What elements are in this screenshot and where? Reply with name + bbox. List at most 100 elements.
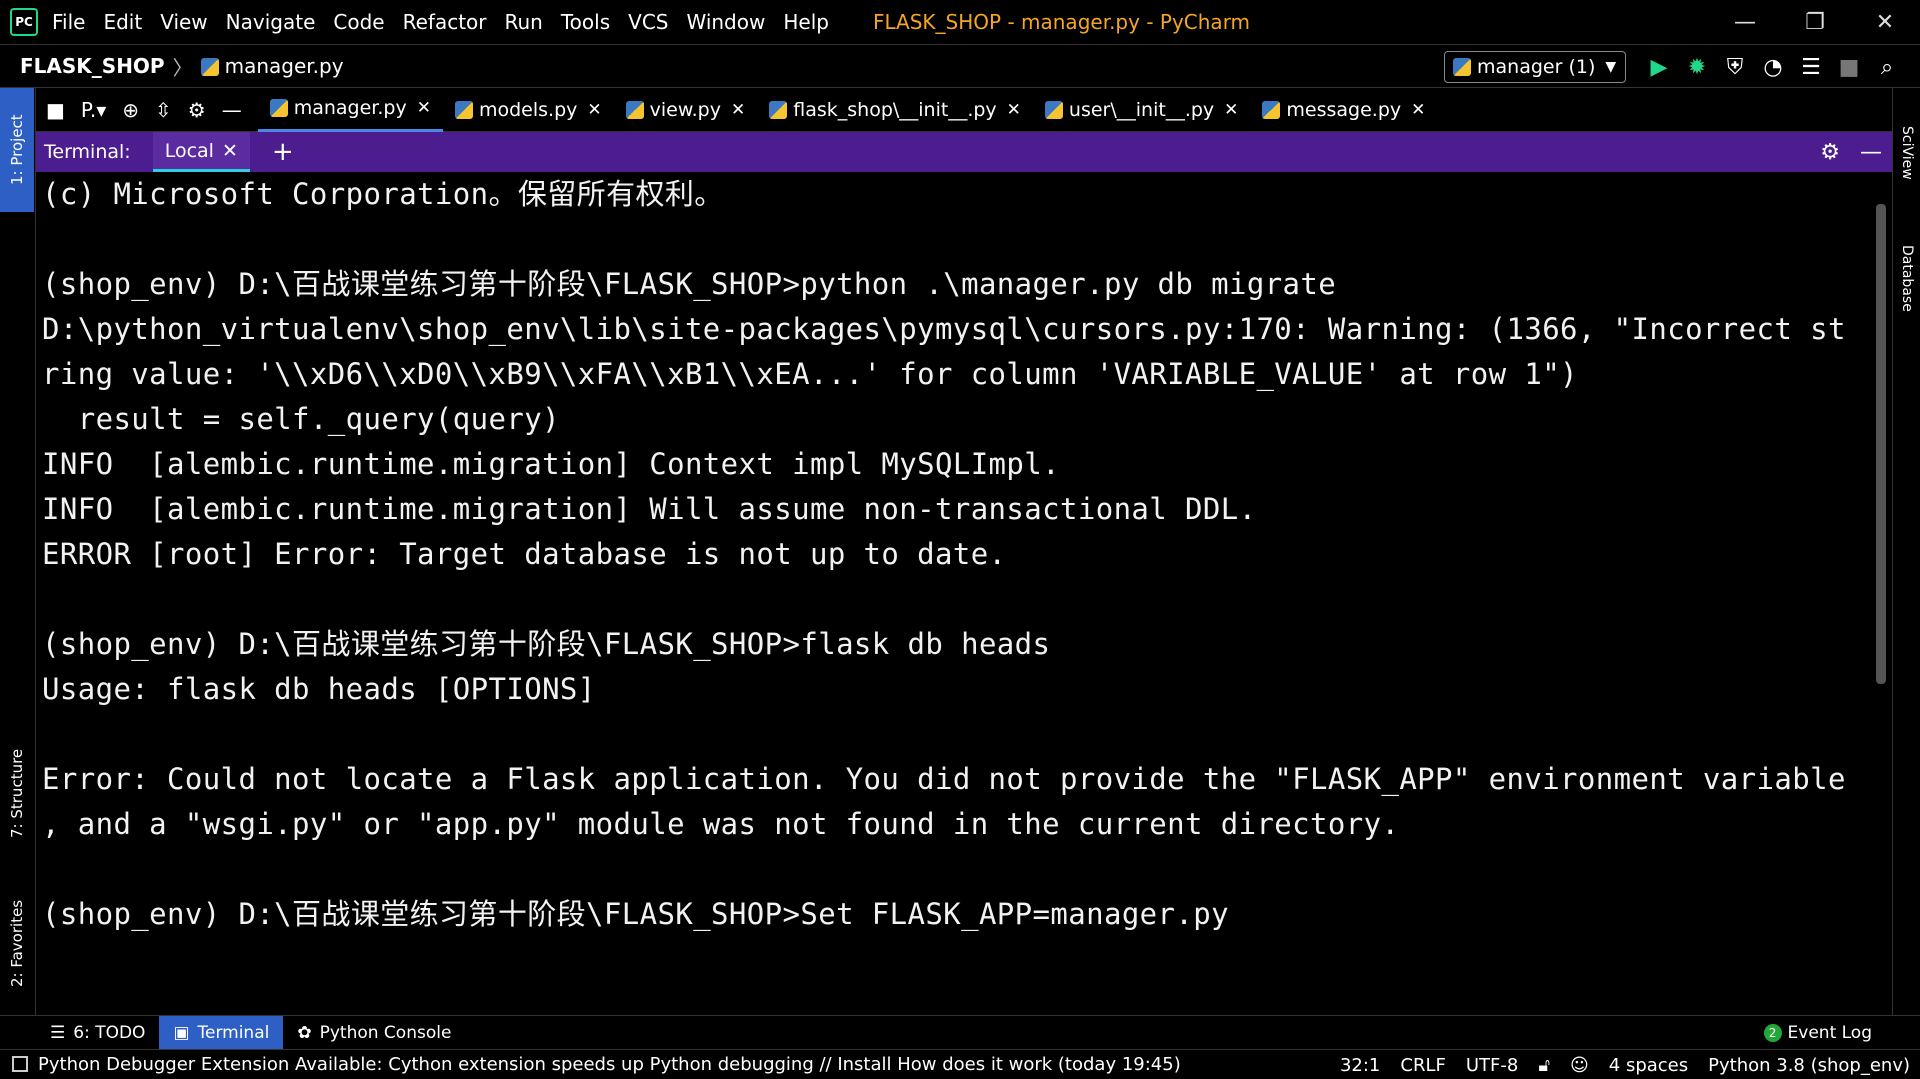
line-separator[interactable]: CRLF (1400, 1055, 1445, 1076)
window-title: FLASK_SHOP - manager.py - PyCharm (872, 10, 1251, 34)
breadcrumb-file[interactable]: manager.py (200, 54, 344, 78)
editor-tab-models[interactable]: models.py ✕ (443, 88, 614, 132)
terminal-icon: ▣ (173, 1022, 190, 1043)
tab-label: user\__init__.py (1068, 98, 1215, 121)
menu-view[interactable]: View (160, 10, 207, 34)
menu-vcs[interactable]: VCS (628, 10, 668, 34)
tab-label: manager.py (293, 97, 407, 119)
editor-tab-manager[interactable]: manager.py ✕ (257, 88, 443, 132)
debug-icon[interactable]: ✹ (1678, 45, 1716, 89)
close-icon[interactable]: ✕ (1224, 100, 1238, 120)
terminal-line: D:\python_virtualenv\shop_env\lib\site-p… (42, 312, 1846, 346)
breadcrumb-project[interactable]: FLASK_SHOP (20, 54, 165, 78)
menu-file[interactable]: File (52, 10, 85, 34)
terminal-line: (c) Microsoft Corporation。保留所有权利。 (42, 177, 724, 211)
restore-icon[interactable]: ❐ (1780, 0, 1850, 44)
pycharm-logo-icon: PC (10, 8, 38, 36)
editor-tab-view[interactable]: view.py ✕ (614, 88, 758, 132)
terminal-line: INFO [alembic.runtime.migration] Context… (42, 447, 1060, 481)
close-icon[interactable]: ✕ (1850, 0, 1920, 44)
terminal-title: Terminal: (44, 141, 131, 163)
menu-refactor[interactable]: Refactor (403, 10, 487, 34)
python-file-icon (454, 100, 473, 119)
terminal-scrollbar[interactable] (1876, 204, 1886, 684)
toggle-tool-windows-icon[interactable] (12, 1056, 28, 1072)
close-icon[interactable]: ✕ (731, 100, 745, 120)
folder-icon: ■ (46, 97, 65, 122)
terminal-header: Terminal: Local ✕ + ⚙ — (36, 132, 1892, 172)
menu-navigate[interactable]: Navigate (226, 10, 316, 34)
favorites-tool-tab[interactable]: 2: Favorites (0, 878, 34, 1008)
close-icon[interactable]: ✕ (587, 100, 601, 120)
add-terminal-icon[interactable]: + (272, 137, 294, 167)
python-file-icon (269, 99, 288, 117)
python-console-tool-button[interactable]: ✿ Python Console (283, 1016, 465, 1050)
database-tool-tab[interactable]: Database (1893, 218, 1920, 338)
menu-tools[interactable]: Tools (561, 10, 610, 34)
lock-icon[interactable]: 🔓︎ (1538, 1055, 1550, 1076)
gear-icon[interactable]: ⚙ (1820, 140, 1840, 165)
caret-position[interactable]: 32:1 (1340, 1055, 1380, 1076)
file-encoding[interactable]: UTF-8 (1466, 1055, 1518, 1076)
indent-setting[interactable]: 4 spaces (1609, 1055, 1688, 1076)
status-message[interactable]: Python Debugger Extension Available: Cyt… (12, 1054, 1181, 1075)
close-icon[interactable]: ✕ (222, 140, 238, 162)
sciview-tool-tab[interactable]: SciView (1893, 98, 1920, 208)
menu-code[interactable]: Code (333, 10, 384, 34)
terminal-tab-local[interactable]: Local ✕ (152, 132, 250, 172)
breadcrumb-file-label: manager.py (224, 54, 344, 78)
project-tool-label: 1: Project (8, 114, 26, 186)
editor-tab-row: ■ P.▾ ⊕ ⇳ ⚙ — manager.py ✕ models.py ✕ v… (36, 88, 1892, 132)
menu-window[interactable]: Window (686, 10, 765, 34)
editor-tab-message[interactable]: message.py ✕ (1250, 88, 1437, 132)
terminal-line: INFO [alembic.runtime.migration] Will as… (42, 492, 1257, 526)
gear-icon[interactable]: ⚙ (188, 98, 206, 122)
bottom-tool-bar: ☰ 6: TODO ▣ Terminal ✿ Python Console 2 … (0, 1015, 1920, 1050)
terminal-tab-label: Local (164, 139, 214, 162)
minimize-icon[interactable]: — (1710, 0, 1780, 44)
hide-icon[interactable]: — (222, 98, 242, 122)
locate-icon[interactable]: ⊕ (122, 98, 139, 122)
project-tool-tab[interactable]: 1: Project (0, 88, 34, 212)
close-icon[interactable]: ✕ (417, 98, 431, 118)
project-view-dropdown[interactable]: P.▾ (81, 98, 106, 122)
menu-run[interactable]: Run (505, 10, 543, 34)
todo-tool-button[interactable]: ☰ 6: TODO (36, 1016, 159, 1050)
terminal-line: ring value: '\\xD6\\xD0\\xB9\\xFA\\xB1\\… (42, 357, 1578, 391)
menu-edit[interactable]: Edit (103, 10, 142, 34)
left-tool-stripe: 1: Project 7: Structure 2: Favorites (0, 88, 36, 1015)
search-icon[interactable]: ⌕ (1868, 45, 1906, 89)
hide-icon[interactable]: — (1860, 140, 1882, 165)
structure-tool-tab[interactable]: 7: Structure (0, 728, 34, 858)
close-icon[interactable]: ✕ (1411, 100, 1425, 120)
editor-tab-flask-shop-init[interactable]: flask_shop\__init__.py ✕ (757, 88, 1033, 132)
python-file-icon (1262, 100, 1281, 119)
profile-icon[interactable]: ◔ (1754, 45, 1792, 89)
terminal-line: (shop_env) D:\百战课堂练习第十阶段\FLASK_SHOP>Set … (42, 897, 1229, 931)
terminal-line: result = self._query(query) (42, 402, 560, 436)
terminal-output[interactable]: (c) Microsoft Corporation。保留所有权利。 (shop_… (36, 172, 1874, 1015)
editor-tab-user-init[interactable]: user\__init__.py ✕ (1033, 88, 1251, 132)
python-file-icon (1044, 100, 1063, 119)
python-interpreter[interactable]: Python 3.8 (shop_env) (1708, 1055, 1910, 1076)
status-bar: Python Debugger Extension Available: Cyt… (0, 1049, 1920, 1079)
event-count-badge: 2 (1763, 1024, 1782, 1042)
python-console-label: Python Console (319, 1022, 452, 1043)
menu-bar: PC File Edit View Navigate Code Refactor… (0, 0, 1920, 44)
inspector-icon[interactable]: ☺ (1570, 1055, 1589, 1076)
run-icon[interactable]: ▶ (1640, 45, 1678, 89)
collapse-icon[interactable]: ⇳ (155, 98, 172, 122)
event-log-button[interactable]: 2 Event Log (1763, 1016, 1872, 1050)
coverage-icon[interactable]: ⛨ (1716, 45, 1754, 89)
stop-icon[interactable]: ■ (1830, 45, 1868, 89)
build-icon[interactable]: ☰ (1792, 45, 1830, 89)
todo-label: 6: TODO (73, 1022, 146, 1043)
terminal-line: Usage: flask db heads [OPTIONS] (42, 672, 596, 706)
close-icon[interactable]: ✕ (1007, 100, 1021, 120)
menu-help[interactable]: Help (783, 10, 829, 34)
run-configuration-dropdown[interactable]: manager (1) ▼ (1444, 51, 1626, 83)
terminal-tool-button[interactable]: ▣ Terminal (159, 1015, 284, 1050)
terminal-line: (shop_env) D:\百战课堂练习第十阶段\FLASK_SHOP>flas… (42, 627, 1051, 661)
